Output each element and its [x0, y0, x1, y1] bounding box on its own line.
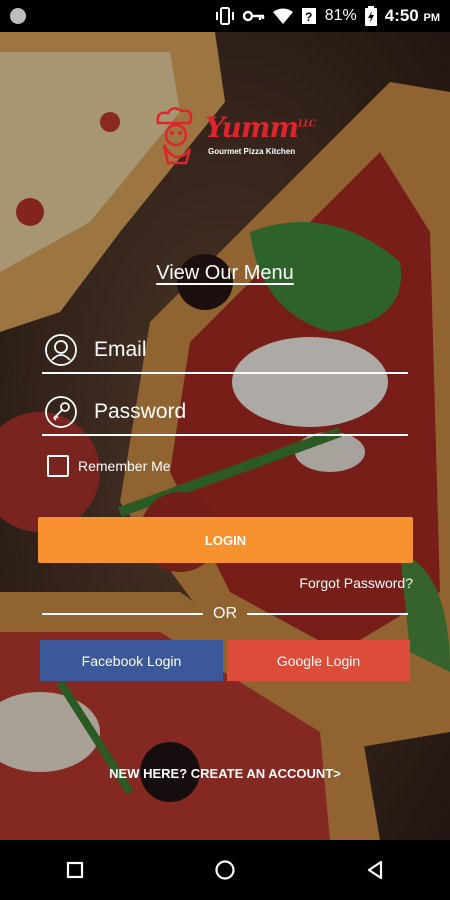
create-account-link[interactable]: NEW HERE? CREATE AN ACCOUNT>: [0, 766, 450, 781]
user-icon: [45, 334, 77, 366]
status-bar: ? 81% 4:50 PM: [0, 0, 450, 32]
facebook-login-button[interactable]: Facebook Login: [40, 640, 223, 681]
recent-apps-icon: [66, 861, 84, 879]
password-input[interactable]: [94, 400, 384, 424]
notification-dot-icon: [10, 8, 26, 24]
home-icon: [215, 860, 235, 880]
signal-icon: ?: [301, 8, 316, 24]
remember-me-label: Remember Me: [78, 458, 171, 474]
app-logo: YummLLC Gourmet Pizza Kitchen: [150, 105, 316, 169]
or-divider: OR: [42, 603, 408, 625]
email-field[interactable]: [42, 328, 408, 374]
remember-me-row[interactable]: Remember Me: [47, 455, 171, 477]
logo-wordmark: YummLLC: [205, 111, 316, 144]
forgot-password-link[interactable]: Forgot Password?: [299, 575, 413, 591]
remember-me-checkbox[interactable]: [47, 455, 69, 477]
clock-time: 4:50: [384, 6, 419, 25]
chef-mascot-icon: [156, 107, 193, 165]
key-icon: [45, 396, 77, 428]
battery-icon: [364, 6, 377, 26]
back-icon: [367, 860, 383, 880]
back-button[interactable]: [345, 850, 405, 890]
password-field[interactable]: [42, 390, 408, 436]
logo-name: Yumm: [205, 111, 299, 144]
login-button[interactable]: LOGIN: [38, 517, 413, 563]
or-label: OR: [213, 605, 237, 622]
svg-text:?: ?: [305, 10, 312, 24]
view-menu-link-row: View Our Menu: [0, 262, 450, 285]
logo-tagline: Gourmet Pizza Kitchen: [208, 147, 296, 156]
google-login-button[interactable]: Google Login: [227, 640, 410, 681]
status-icons: ? 81% 4:50 PM: [215, 6, 440, 26]
view-menu-link[interactable]: View Our Menu: [156, 262, 293, 284]
clock-ampm: PM: [423, 12, 441, 24]
key-icon: [242, 10, 264, 22]
home-button[interactable]: [195, 850, 255, 890]
logo-superscript: LLC: [298, 119, 316, 130]
wifi-icon: [272, 8, 293, 24]
divider-line-right: [247, 613, 408, 615]
divider-line-left: [42, 613, 203, 615]
vibrate-icon: [215, 7, 234, 25]
battery-percent: 81%: [324, 7, 357, 24]
navigation-bar: [0, 840, 450, 900]
recent-apps-button[interactable]: [45, 850, 105, 890]
clock: 4:50 PM: [385, 6, 440, 26]
email-input[interactable]: [94, 338, 384, 362]
